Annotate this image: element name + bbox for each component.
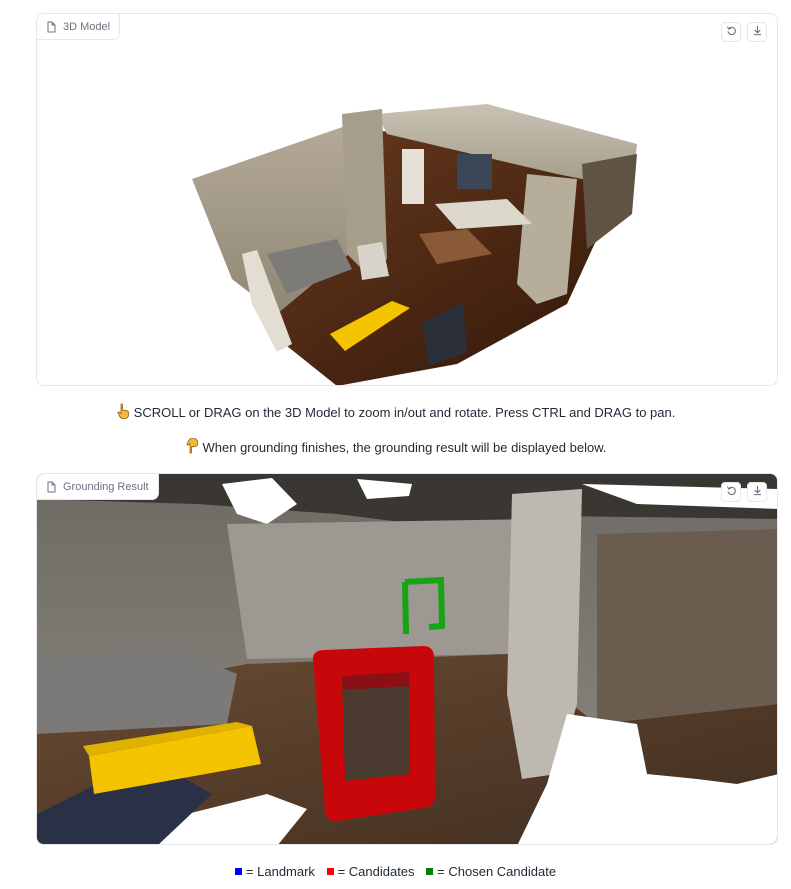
model-reset-view-button[interactable]: [721, 22, 741, 42]
reset-view-icon: [726, 483, 737, 501]
back-door: [402, 149, 424, 204]
candidates-swatch: [326, 868, 334, 875]
legend-landmark: = Landmark: [234, 864, 319, 879]
legend-chosen-text: = Chosen Candidate: [437, 864, 557, 879]
hint-result-text: When grounding finishes, the grounding r…: [202, 440, 607, 455]
model-viewer-panel[interactable]: 3D Model: [36, 13, 778, 386]
hint-rotate: SCROLL or DRAG on the 3D Model to zoom i…: [0, 403, 791, 422]
candidate-box: [313, 646, 435, 822]
result-reset-view-button[interactable]: [721, 482, 741, 502]
download-icon: [752, 483, 763, 501]
room-shelving: [582, 154, 637, 249]
file-icon: [45, 21, 57, 33]
reset-view-icon: [726, 23, 737, 41]
legend-landmark-text: = Landmark: [245, 864, 315, 879]
model-toolbar: [721, 22, 767, 42]
download-icon: [752, 23, 763, 41]
right-kitchen: [597, 529, 777, 724]
grounding-result-panel[interactable]: Grounding Result: [36, 473, 778, 845]
chosen-swatch: [426, 868, 434, 875]
result-panel-label: Grounding Result: [37, 474, 159, 500]
model-panel-title: 3D Model: [63, 20, 111, 33]
left-sofa: [37, 649, 237, 734]
model-3d-scene[interactable]: [37, 14, 778, 386]
back-wall: [227, 519, 557, 659]
pointing-hand-down-icon: [185, 438, 199, 457]
landmark-swatch: [234, 868, 242, 875]
result-panel-title: Grounding Result: [63, 480, 149, 493]
result-download-button[interactable]: [747, 482, 767, 502]
back-window: [457, 154, 492, 189]
legend-candidates: = Candidates: [326, 864, 419, 879]
legend-chosen: = Chosen Candidate: [426, 864, 556, 879]
pointing-hand-up-icon: [116, 403, 130, 422]
legend: = Landmark = Candidates = Chosen Candida…: [0, 864, 791, 879]
grounding-3d-scene[interactable]: [37, 474, 778, 845]
file-icon: [45, 481, 57, 493]
hint-rotate-text: SCROLL or DRAG on the 3D Model to zoom i…: [133, 405, 676, 420]
hint-result: When grounding finishes, the grounding r…: [0, 438, 791, 457]
model-panel-label: 3D Model: [37, 14, 121, 40]
result-toolbar: [721, 482, 767, 502]
legend-candidates-text: = Candidates: [337, 864, 415, 879]
model-download-button[interactable]: [747, 22, 767, 42]
